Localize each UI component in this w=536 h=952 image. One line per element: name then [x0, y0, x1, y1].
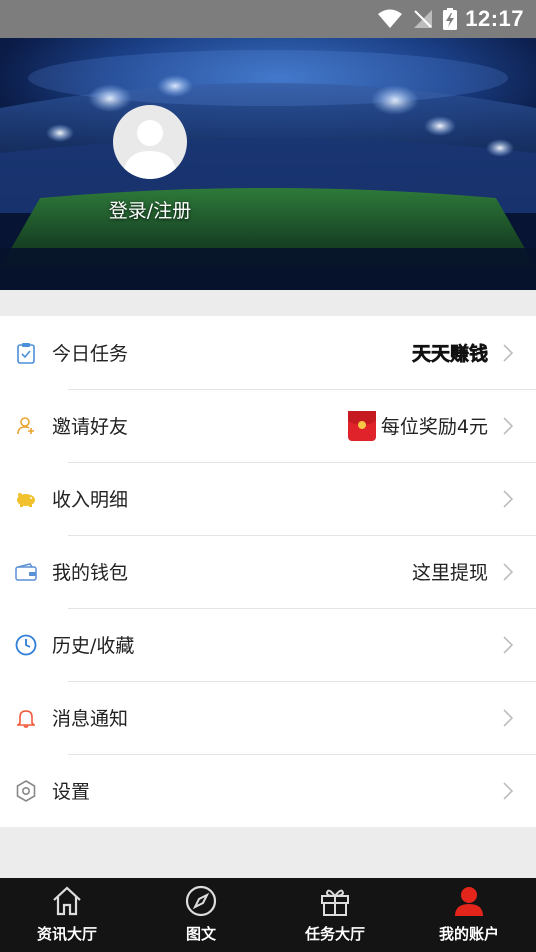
- account-menu: 今日任务 天天赚钱 邀请好友 每位奖励4元 收入明细 我的钱包 这里提现 历史/…: [0, 316, 536, 827]
- menu-item-my-wallet[interactable]: 我的钱包 这里提现: [0, 535, 536, 608]
- menu-item-label: 收入明细: [52, 489, 129, 511]
- chevron-right-icon: [502, 635, 516, 655]
- tab-my-account[interactable]: 我的账户: [402, 878, 536, 952]
- clipboard-check-icon: [14, 341, 38, 365]
- clock-icon: [14, 633, 38, 657]
- profile-banner: 登录/注册: [0, 38, 536, 290]
- menu-item-history-favorites[interactable]: 历史/收藏: [0, 608, 536, 681]
- login-register-link[interactable]: 登录/注册: [90, 196, 210, 223]
- wallet-icon: [14, 560, 38, 584]
- no-signal-icon: [413, 9, 433, 29]
- tab-articles[interactable]: 图文: [134, 878, 268, 952]
- battery-charging-icon: [443, 8, 458, 30]
- status-bar: 12:17: [0, 0, 536, 38]
- chevron-right-icon: [502, 416, 516, 436]
- tab-label: 我的账户: [438, 925, 499, 943]
- bell-icon: [14, 706, 38, 730]
- chevron-right-icon: [502, 562, 516, 582]
- add-user-icon: [14, 414, 38, 438]
- wifi-icon: [377, 9, 403, 29]
- menu-item-label: 今日任务: [52, 343, 129, 365]
- tab-label: 图文: [185, 925, 216, 943]
- clock-time: 12:17: [465, 6, 524, 31]
- chevron-right-icon: [502, 343, 516, 363]
- stadium-background: [0, 50, 536, 290]
- menu-item-notifications[interactable]: 消息通知: [0, 681, 536, 754]
- gift-icon: [318, 884, 352, 918]
- bottom-tab-bar: 资讯大厅 图文 任务大厅 我的账户: [0, 878, 536, 952]
- tab-label: 任务大厅: [304, 925, 365, 943]
- chevron-right-icon: [502, 489, 516, 509]
- user-icon: [452, 884, 486, 918]
- menu-item-settings[interactable]: 设置: [0, 754, 536, 827]
- chevron-right-icon: [502, 781, 516, 801]
- chevron-right-icon: [502, 708, 516, 728]
- menu-item-today-tasks[interactable]: 今日任务 天天赚钱: [0, 316, 536, 389]
- default-avatar-icon[interactable]: [113, 105, 187, 179]
- home-icon: [50, 884, 84, 918]
- menu-item-income-details[interactable]: 收入明细: [0, 462, 536, 535]
- menu-item-label: 设置: [52, 781, 91, 803]
- piggy-bank-icon: [14, 487, 38, 511]
- menu-item-label: 历史/收藏: [52, 635, 135, 657]
- menu-item-right-text: 天天赚钱: [411, 343, 489, 366]
- compass-icon: [184, 884, 218, 918]
- tab-task-hall[interactable]: 任务大厅: [268, 878, 402, 952]
- menu-item-label: 消息通知: [52, 708, 129, 730]
- menu-item-right-text: 这里提现: [411, 562, 488, 584]
- menu-item-label: 邀请好友: [52, 416, 129, 438]
- tab-news-hall[interactable]: 资讯大厅: [0, 878, 134, 952]
- gear-icon: [14, 779, 38, 803]
- menu-item-label: 我的钱包: [52, 562, 129, 584]
- menu-item-invite-friends[interactable]: 邀请好友 每位奖励4元: [0, 389, 536, 462]
- tab-label: 资讯大厅: [36, 925, 97, 943]
- menu-item-right-text: 每位奖励4元: [380, 416, 488, 438]
- red-envelope-icon: [347, 410, 376, 441]
